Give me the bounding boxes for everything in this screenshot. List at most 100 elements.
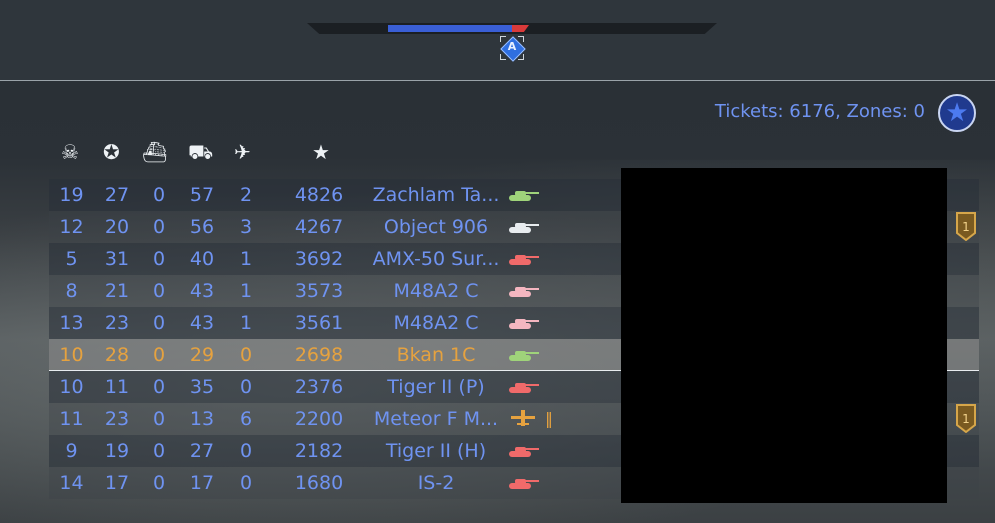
ground-kills-cell: 43 [189, 312, 215, 334]
vehicle-name: Tiger II (H) [385, 440, 487, 462]
ground-kills-cell: 35 [189, 376, 215, 398]
kills-cell: 8 [65, 280, 78, 302]
tank-vehicle-icon [509, 287, 539, 297]
assists-cell: 28 [104, 344, 130, 366]
ship-kills-cell: 0 [152, 280, 166, 302]
tank-vehicle-icon [509, 351, 539, 361]
ship-kills-cell: 0 [152, 408, 166, 430]
ship-kills-cell: 0 [152, 216, 166, 238]
air-kills-cell: 1 [239, 248, 253, 270]
ground-kills-cell: 56 [189, 216, 215, 238]
vehicle-name: AMX-50 Sur... [372, 248, 500, 270]
air-kills-cell: 0 [239, 376, 253, 398]
ship-icon: ⛴ [142, 140, 168, 164]
skull-icon: ☠ [61, 140, 79, 164]
tank-vehicle-icon [509, 191, 539, 201]
vehicle-name: Bkan 1C [396, 344, 476, 366]
aircraft-kill-icon: ✈ [234, 140, 251, 164]
kills-cell: 5 [65, 248, 78, 270]
assists-cell: 23 [104, 408, 130, 430]
tank-vehicle-icon [509, 319, 539, 329]
score-cell: 4267 [294, 216, 344, 238]
tank-vehicle-icon [509, 223, 539, 233]
squad-rank-badge-icon: 1 [956, 404, 976, 433]
assists-cell: 27 [104, 184, 130, 206]
tank-kill-icon: ⛟ [188, 140, 214, 164]
tickets-zones-label: Tickets: 6176, Zones: 0 [714, 101, 925, 122]
tank-vehicle-icon [509, 255, 539, 265]
air-kills-cell: 0 [239, 440, 253, 462]
vehicle-name: M48A2 C [393, 280, 479, 302]
assists-cell: 21 [104, 280, 130, 302]
kills-cell: 9 [65, 440, 78, 462]
score-cell: 3561 [294, 312, 344, 334]
air-kills-cell: 6 [239, 408, 253, 430]
tank-vehicle-icon [509, 479, 539, 489]
score-star-icon: ★ [312, 140, 330, 164]
corner-bracket [518, 54, 524, 60]
star-emblem-icon: ★ [938, 94, 976, 132]
air-kills-cell: 2 [239, 184, 253, 206]
ship-kills-cell: 0 [152, 472, 166, 494]
score-cell: 2698 [294, 344, 344, 366]
kills-cell: 19 [59, 184, 84, 206]
ship-kills-cell: 0 [152, 184, 166, 206]
score-cell: 4826 [294, 184, 344, 206]
ground-kills-cell: 29 [189, 344, 215, 366]
capture-zone-marker: A [500, 36, 526, 62]
ally-score-fill [388, 25, 516, 32]
corner-bracket [518, 36, 524, 42]
ship-kills-cell: 0 [152, 312, 166, 334]
vehicle-name: IS-2 [417, 472, 455, 494]
kills-cell: 11 [59, 408, 84, 430]
corner-bracket [500, 54, 506, 60]
vehicle-name: Tiger II (P) [387, 376, 485, 398]
ground-kills-cell: 27 [189, 440, 215, 462]
score-cell: 3692 [294, 248, 344, 270]
ground-kills-cell: 17 [189, 472, 215, 494]
score-cell: 1680 [294, 472, 344, 494]
ship-kills-cell: 0 [152, 248, 166, 270]
vehicle-name: Meteor F M... [373, 408, 499, 430]
assists-cell: 19 [104, 440, 130, 462]
kills-cell: 10 [59, 344, 84, 366]
vehicle-name: Zachlam Ta... [372, 184, 500, 206]
assists-cell: 31 [104, 248, 130, 270]
air-kills-cell: 1 [239, 312, 253, 334]
squad-rank-badge-icon: 1 [956, 212, 976, 241]
score-cell: 2200 [294, 408, 344, 430]
assists-cell: 11 [104, 376, 130, 398]
assists-cell: 17 [104, 472, 130, 494]
hud-divider [0, 80, 995, 81]
rank-number: 1 [962, 220, 970, 234]
hud-top-band [0, 0, 995, 80]
aircraft-vehicle-icon [511, 410, 535, 426]
vehicle-name: Object 906 [383, 216, 489, 238]
corner-bracket [500, 36, 506, 42]
tank-vehicle-icon [509, 383, 539, 393]
ship-kills-cell: 0 [152, 440, 166, 462]
ground-kills-cell: 40 [189, 248, 215, 270]
ground-kills-cell: 13 [189, 408, 215, 430]
air-kills-cell: 3 [239, 216, 253, 238]
kills-cell: 12 [59, 216, 84, 238]
score-cell: 2182 [294, 440, 344, 462]
ground-kills-cell: 57 [189, 184, 215, 206]
redacted-region [621, 168, 947, 503]
kills-cell: 10 [59, 376, 84, 398]
vehicle-name: M48A2 C [393, 312, 479, 334]
assists-cell: 20 [104, 216, 130, 238]
ground-kills-cell: 43 [189, 280, 215, 302]
ship-kills-cell: 0 [152, 376, 166, 398]
score-cell: 3573 [294, 280, 344, 302]
kills-cell: 13 [59, 312, 84, 334]
rank-number: 1 [962, 412, 970, 426]
ammo-icon: ‖ [545, 409, 553, 428]
laurel-star-icon: ✪ [103, 140, 120, 164]
kills-cell: 14 [59, 472, 84, 494]
assists-cell: 23 [104, 312, 130, 334]
air-kills-cell: 0 [239, 344, 253, 366]
air-kills-cell: 1 [239, 280, 253, 302]
score-cell: 2376 [294, 376, 344, 398]
ship-kills-cell: 0 [152, 344, 166, 366]
